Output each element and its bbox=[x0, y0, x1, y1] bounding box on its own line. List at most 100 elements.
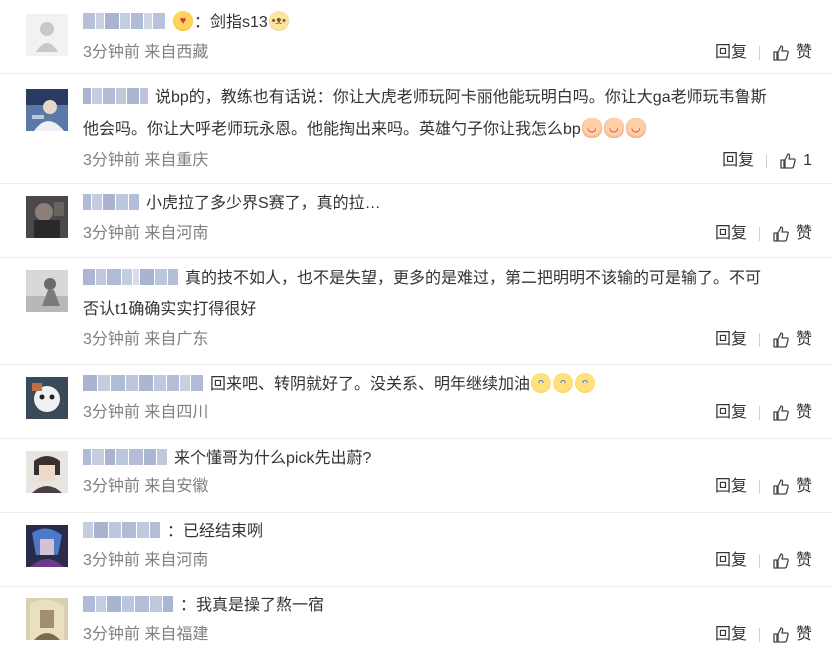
reply-button[interactable]: 回复 bbox=[715, 476, 747, 498]
avatar[interactable] bbox=[26, 377, 68, 419]
comment-item: ：已经结束咧 3分钟前 来自河南 回复 赞 bbox=[0, 513, 832, 587]
comment-actions: 回复 赞 bbox=[715, 476, 812, 498]
avatar[interactable] bbox=[26, 270, 68, 312]
like-button[interactable]: 赞 bbox=[772, 42, 812, 64]
comment-text: 来个懂哥为什么pick先出蔚? bbox=[174, 450, 372, 467]
comment-location: 来自重庆 bbox=[144, 152, 209, 169]
like-label: 赞 bbox=[795, 478, 812, 495]
avatar[interactable] bbox=[26, 598, 68, 640]
comment-location: 来自西藏 bbox=[144, 44, 209, 61]
divider bbox=[758, 628, 760, 642]
comment-location: 来自四川 bbox=[144, 404, 209, 421]
avatar[interactable] bbox=[26, 525, 68, 567]
comment-item: ♥ ：剑指s13 •ᴥ• 3分钟前 来自西藏 回复 赞 bbox=[0, 0, 832, 74]
divider bbox=[758, 406, 760, 420]
comment-text: ：我真是操了熬一宿 bbox=[180, 597, 325, 614]
comment-item: 回来吧、转阴就好了。没关系、明年继续加油 ᴖ ᴖ ᴖ 3分钟前 来自四川 回复 赞 bbox=[0, 365, 832, 439]
thumbs-up-icon bbox=[773, 226, 789, 242]
comment-time: 3分钟前 bbox=[83, 225, 140, 242]
comment-text-continued: 他会吗。你让大呼老师玩永恩。他能掏出来吗。英雄勺子你让我怎么bp bbox=[83, 121, 581, 138]
like-label: 赞 bbox=[795, 44, 812, 61]
avatar[interactable] bbox=[26, 451, 68, 493]
comment-actions: 回复 赞 bbox=[715, 223, 812, 245]
crying-baby-emoji-icon: ◡ bbox=[581, 117, 602, 138]
thumbs-up-icon bbox=[773, 332, 789, 348]
reply-button[interactable]: 回复 bbox=[715, 223, 747, 245]
avatar[interactable] bbox=[26, 196, 68, 238]
comment-location: 来自广东 bbox=[144, 331, 209, 348]
comment-actions: 回复 赞 bbox=[715, 329, 812, 351]
comment-text: 小虎拉了多少界S赛了，真的拉… bbox=[146, 195, 381, 212]
like-button[interactable]: 赞 bbox=[772, 223, 812, 245]
avatar[interactable] bbox=[26, 89, 68, 131]
divider bbox=[758, 554, 760, 568]
comment-text: 说bp的，教练也有话说：你让大虎老师玩阿卡丽他能玩明白吗。你让大ga老师玩韦鲁斯 bbox=[155, 89, 767, 106]
comment-item: 来个懂哥为什么pick先出蔚? 3分钟前 来自安徽 回复 赞 bbox=[0, 439, 832, 513]
username[interactable] bbox=[83, 193, 140, 210]
like-label: 赞 bbox=[795, 331, 812, 348]
username[interactable] bbox=[83, 595, 174, 612]
comment-actions: 回复 赞 bbox=[715, 624, 812, 646]
like-button[interactable]: 赞 bbox=[772, 550, 812, 572]
crying-baby-emoji-icon: ◡ bbox=[625, 117, 646, 138]
like-button[interactable]: 赞 bbox=[772, 624, 812, 646]
crying-face-emoji-icon: ᴖ bbox=[531, 372, 552, 393]
comment-time: 3分钟前 bbox=[83, 152, 140, 169]
divider bbox=[758, 480, 760, 494]
comment-time: 3分钟前 bbox=[83, 404, 140, 421]
like-label: 赞 bbox=[795, 552, 812, 569]
reply-button[interactable]: 回复 bbox=[715, 42, 747, 64]
crying-baby-emoji-icon: ◡ bbox=[603, 117, 624, 138]
comment-text: 回来吧、转阴就好了。没关系、明年继续加油 bbox=[210, 376, 531, 393]
comment-time: 3分钟前 bbox=[83, 626, 140, 643]
thumbs-up-icon bbox=[773, 479, 789, 495]
comment-time: 3分钟前 bbox=[83, 478, 140, 495]
crying-face-emoji-icon: ᴖ bbox=[575, 372, 596, 393]
reply-button[interactable]: 回复 bbox=[715, 402, 747, 424]
like-label: 赞 bbox=[795, 626, 812, 643]
comment-time: 3分钟前 bbox=[83, 552, 140, 569]
thumbs-up-icon bbox=[773, 627, 789, 643]
comment-item: 说bp的，教练也有话说：你让大虎老师玩阿卡丽他能玩明白吗。你让大ga老师玩韦鲁斯… bbox=[0, 74, 832, 184]
comment-actions: 回复 1 bbox=[722, 150, 812, 172]
comment-time: 3分钟前 bbox=[83, 44, 140, 61]
like-label: 赞 bbox=[795, 404, 812, 421]
comment-location: 来自福建 bbox=[144, 626, 209, 643]
thumbs-up-icon bbox=[780, 153, 796, 169]
username[interactable] bbox=[83, 12, 166, 29]
thumbs-up-icon bbox=[773, 45, 789, 61]
username[interactable] bbox=[83, 374, 204, 391]
username[interactable] bbox=[83, 268, 179, 285]
reply-button[interactable]: 回复 bbox=[722, 150, 754, 172]
reply-button[interactable]: 回复 bbox=[715, 550, 747, 572]
comment-text: ：已经结束咧 bbox=[167, 523, 264, 540]
comment-text-continued: 否认t1确确实实打得很好 bbox=[83, 301, 257, 318]
comment-item: 小虎拉了多少界S赛了，真的拉… 3分钟前 来自河南 回复 赞 bbox=[0, 184, 832, 258]
comment-feed: ♥ ：剑指s13 •ᴥ• 3分钟前 来自西藏 回复 赞 说bp的，教练也有话说：你让… bbox=[0, 0, 832, 662]
divider bbox=[766, 154, 768, 168]
avatar[interactable] bbox=[26, 14, 68, 56]
thumbs-up-icon bbox=[773, 553, 789, 569]
comment-text: ：剑指s13 bbox=[194, 14, 268, 31]
divider bbox=[758, 227, 760, 241]
comment-location: 来自河南 bbox=[144, 552, 209, 569]
divider bbox=[758, 333, 760, 347]
comment-location: 来自河南 bbox=[144, 225, 209, 242]
like-button[interactable]: 赞 bbox=[772, 476, 812, 498]
thumbs-up-icon bbox=[773, 405, 789, 421]
reply-button[interactable]: 回复 bbox=[715, 624, 747, 646]
comment-actions: 回复 赞 bbox=[715, 402, 812, 424]
comment-time: 3分钟前 bbox=[83, 331, 140, 348]
like-button[interactable]: 1 bbox=[779, 150, 812, 172]
username[interactable] bbox=[83, 448, 168, 465]
divider bbox=[758, 46, 760, 60]
username[interactable] bbox=[83, 87, 149, 104]
crying-face-emoji-icon: ᴖ bbox=[553, 372, 574, 393]
like-button[interactable]: 赞 bbox=[772, 402, 812, 424]
comment-location: 来自安徽 bbox=[144, 478, 209, 495]
comment-text: 真的技不如人，也不是失望，更多的是难过，第二把明明不该输的可是输了。不可 bbox=[185, 270, 762, 287]
reply-button[interactable]: 回复 bbox=[715, 329, 747, 351]
username[interactable] bbox=[83, 521, 161, 538]
comment-actions: 回复 赞 bbox=[715, 42, 812, 64]
like-button[interactable]: 赞 bbox=[772, 329, 812, 351]
